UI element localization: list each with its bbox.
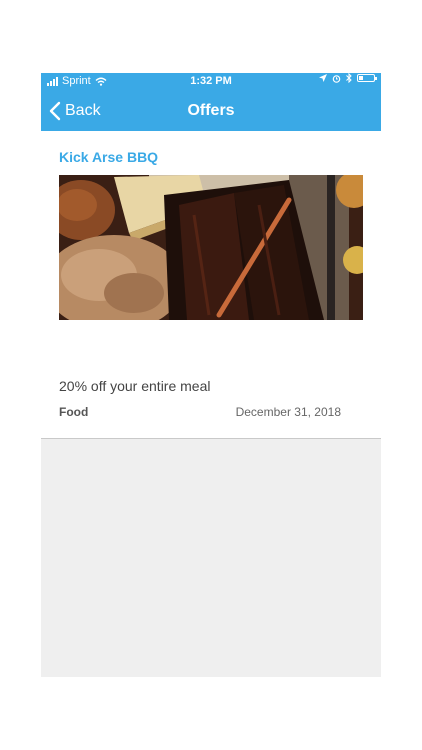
alarm-icon [332, 74, 341, 83]
offer-expiry-date: December 31, 2018 [235, 405, 341, 419]
bbq-photo [59, 175, 363, 320]
battery-icon [357, 74, 377, 82]
offer-category: Food [59, 405, 89, 419]
status-bar: Sprint 1:32 PM [41, 73, 381, 90]
offer-card[interactable]: Kick Arse BBQ 20% off your entire meal F… [41, 131, 381, 439]
phone-screen: Sprint 1:32 PM Back Offers Kick Arse BBQ… [41, 73, 381, 677]
bluetooth-icon [346, 73, 352, 83]
business-name: Kick Arse BBQ [59, 149, 159, 165]
location-icon [319, 74, 327, 82]
navigation-bar: Back Offers [41, 90, 381, 131]
page-title: Offers [187, 102, 235, 119]
offer-image [59, 175, 363, 320]
offer-description: 20% off your entire meal [59, 378, 211, 394]
status-right [319, 73, 377, 83]
